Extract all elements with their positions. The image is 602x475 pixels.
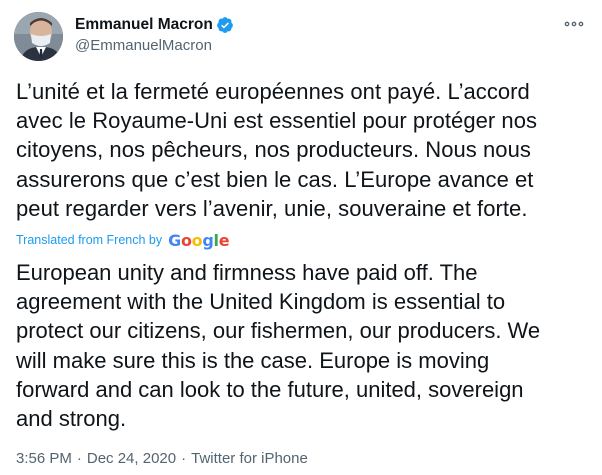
tweet-original-text: L’unité et la fermeté européennes ont pa…	[16, 77, 591, 223]
google-logo: Google	[168, 230, 230, 250]
translation-line: agreement with the United Kingdom is ess…	[16, 289, 506, 315]
original-line: assurerons que c’est bien le cas. L’Euro…	[16, 166, 534, 192]
author-handle[interactable]: @EmmanuelMacron	[75, 37, 212, 54]
tweet-time[interactable]: 3:56 PM	[16, 450, 72, 467]
translation-line: protect our citizens, our fishermen, our…	[16, 318, 541, 344]
original-line: L’unité et la fermeté européennes ont pa…	[16, 79, 530, 104]
translation-line: forward and can look to the future, unit…	[16, 376, 524, 402]
original-line: peut regarder vers l’avenir, unie, souve…	[16, 195, 528, 221]
meta-separator: ·	[76, 450, 82, 467]
author-display-name[interactable]: Emmanuel Macron	[75, 16, 213, 34]
original-line: citoyens, nos pêcheurs, nos producteurs.…	[16, 137, 531, 163]
avatar-photo	[14, 12, 63, 61]
avatar[interactable]	[14, 12, 63, 61]
translation-line: will make sure this is the case. Europe …	[16, 347, 490, 373]
verified-badge-icon	[216, 16, 234, 34]
translation-line: and strong.	[16, 406, 127, 432]
tweet-card: Emmanuel Macron @EmmanuelMacron L’unité …	[0, 0, 602, 475]
original-line: avec le Royaume-Uni est essentiel pour p…	[16, 108, 538, 134]
tweet-translation-text: European unity and firmness have paid of…	[16, 258, 596, 433]
meta-separator: ·	[181, 450, 187, 467]
translation-line: European unity and firmness have paid of…	[16, 260, 478, 285]
tweet-source[interactable]: Twitter for iPhone	[191, 450, 308, 467]
author-name-row[interactable]: Emmanuel Macron	[75, 15, 234, 35]
more-options-icon[interactable]	[562, 14, 586, 34]
translated-label[interactable]: Translated from French by	[16, 233, 162, 247]
tweet-meta: 3:56 PM · Dec 24, 2020 · Twitter for iPh…	[16, 450, 308, 467]
tweet-date[interactable]: Dec 24, 2020	[87, 450, 176, 467]
translation-attribution[interactable]: Translated from French by Google	[16, 229, 230, 251]
